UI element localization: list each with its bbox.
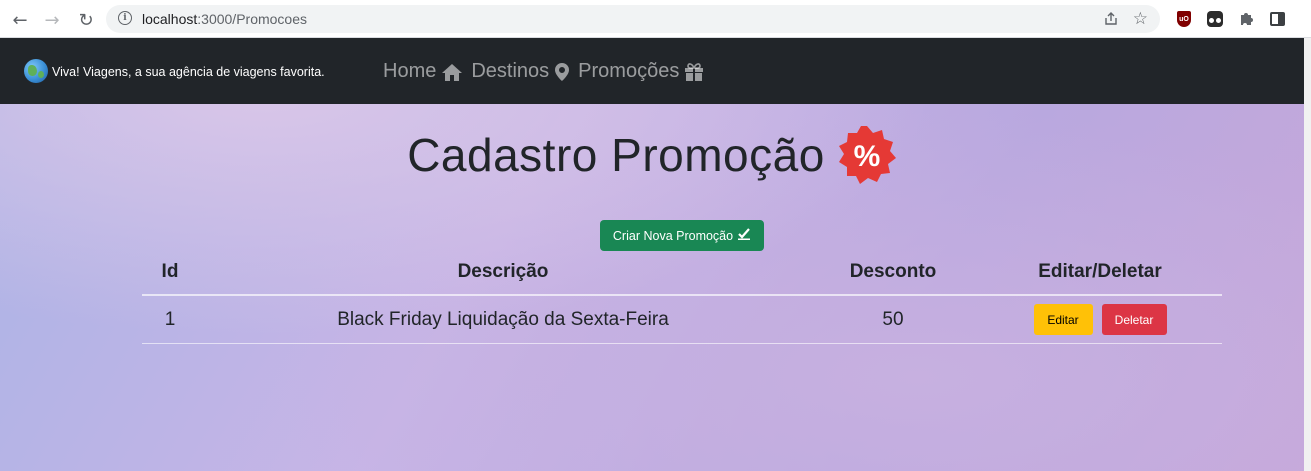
forward-arrow-icon[interactable]: → bbox=[40, 8, 64, 32]
cell-actions: Editar Deletar bbox=[978, 295, 1222, 344]
reload-icon[interactable]: ↻ bbox=[74, 8, 98, 32]
percent-badge-icon: % bbox=[837, 125, 897, 185]
table-header-row: Id Descrição Desconto Editar/Deletar bbox=[142, 250, 1222, 296]
globe-logo-icon[interactable] bbox=[24, 59, 48, 83]
nav-promocoes[interactable]: Promoções bbox=[578, 60, 704, 83]
page-title-text: Cadastro Promoção bbox=[407, 129, 825, 181]
header-editar-deletar: Editar/Deletar bbox=[978, 250, 1222, 296]
create-promotion-button[interactable]: Criar Nova Promoção bbox=[600, 220, 764, 251]
browser-toolbar: ← → ↻ i localhost:3000/Promocoes ☆ uO bbox=[0, 0, 1311, 38]
nav-home-label: Home bbox=[383, 60, 437, 82]
header-descricao: Descrição bbox=[198, 250, 808, 296]
address-url[interactable]: localhost:3000/Promocoes bbox=[142, 11, 307, 27]
cell-descricao: Black Friday Liquidação da Sexta-Feira bbox=[198, 295, 808, 344]
page-scrollbar[interactable] bbox=[1304, 38, 1311, 471]
cell-id: 1 bbox=[142, 295, 198, 344]
header-desconto: Desconto bbox=[808, 250, 978, 296]
ublock-extension-icon[interactable]: uO bbox=[1175, 10, 1193, 28]
url-path: :3000/Promocoes bbox=[197, 11, 307, 27]
header-id: Id bbox=[142, 250, 198, 296]
nav-promocoes-label: Promoções bbox=[578, 60, 680, 82]
delete-button[interactable]: Deletar bbox=[1101, 304, 1167, 335]
extensions-puzzle-icon[interactable] bbox=[1237, 10, 1255, 28]
nav-destinos[interactable]: Destinos bbox=[471, 60, 570, 83]
url-host: localhost bbox=[142, 11, 198, 27]
share-icon[interactable] bbox=[1102, 10, 1120, 28]
site-info-icon[interactable]: i bbox=[118, 11, 132, 25]
nav-destinos-label: Destinos bbox=[471, 60, 550, 82]
back-arrow-icon[interactable]: ← bbox=[8, 8, 32, 32]
row-actions: Editar Deletar bbox=[978, 304, 1222, 335]
create-promotion-label: Criar Nova Promoção bbox=[612, 228, 734, 243]
app-navbar: Viva! Viagens, a sua agência de viagens … bbox=[0, 38, 1304, 104]
brand-text[interactable]: Viva! Viagens, a sua agência de viagens … bbox=[52, 65, 325, 79]
table-row: 1 Black Friday Liquidação da Sexta-Feira… bbox=[142, 295, 1222, 344]
address-bar[interactable]: i localhost:3000/Promocoes ☆ bbox=[106, 5, 1160, 33]
cell-desconto: 50 bbox=[808, 295, 978, 344]
tampermonkey-extension-icon[interactable] bbox=[1206, 10, 1224, 28]
page-title: Cadastro Promoção % bbox=[0, 125, 1304, 185]
svg-text:%: % bbox=[853, 140, 880, 173]
promotions-table: Id Descrição Desconto Editar/Deletar 1 B… bbox=[142, 250, 1222, 344]
gift-icon bbox=[685, 62, 704, 81]
nav-home[interactable]: Home bbox=[383, 60, 463, 83]
side-panel-icon[interactable] bbox=[1268, 10, 1286, 28]
check-edit-icon bbox=[738, 228, 751, 243]
home-icon bbox=[442, 63, 463, 81]
bookmark-star-icon[interactable]: ☆ bbox=[1133, 9, 1148, 29]
nav-links: Home Destinos Promoções bbox=[383, 60, 712, 83]
map-pin-icon bbox=[555, 62, 570, 81]
edit-button[interactable]: Editar bbox=[1033, 304, 1093, 335]
